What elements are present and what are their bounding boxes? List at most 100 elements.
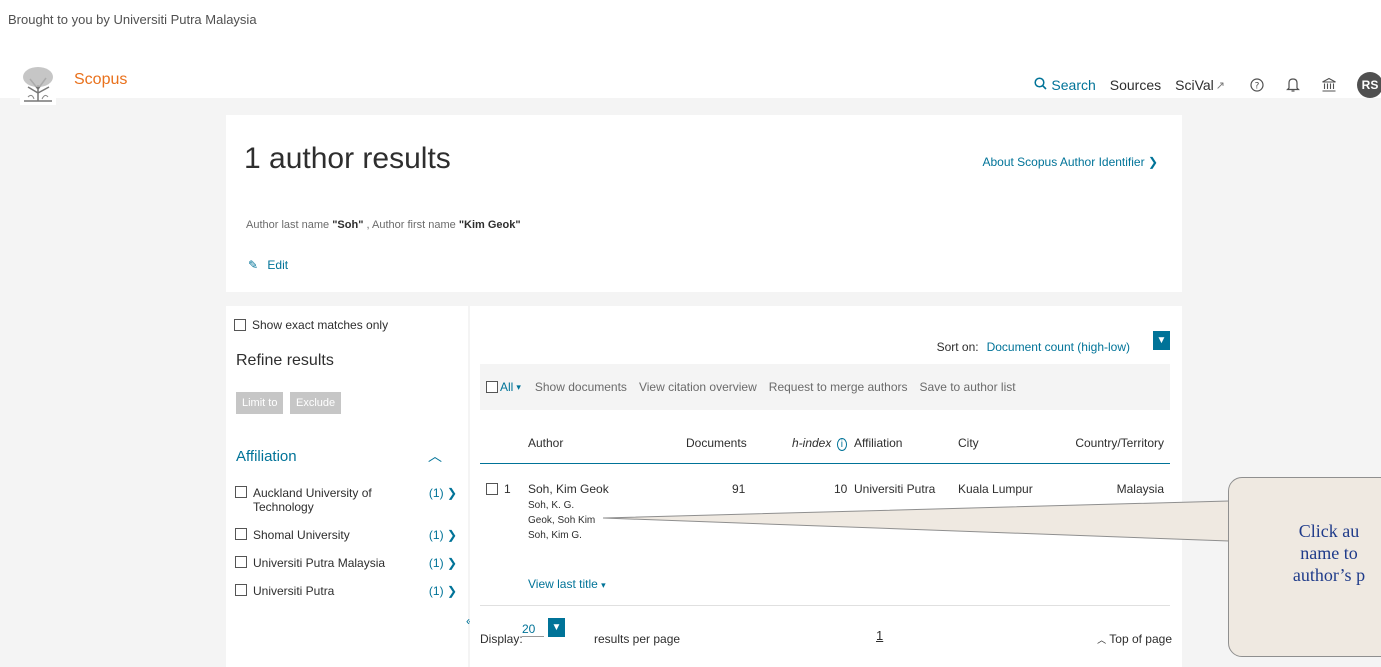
about-author-identifier-link[interactable]: About Scopus Author Identifier ❯: [982, 155, 1158, 169]
documents-count[interactable]: 91: [732, 482, 745, 496]
callout-text: Click au name to author’s p: [1259, 520, 1381, 586]
affiliation-name: Universiti Putra Malaysia: [253, 556, 386, 570]
select-all-label: All: [500, 380, 514, 394]
affiliation-item[interactable]: Universiti Putra (1) ❯: [235, 584, 457, 598]
elsevier-tree-logo[interactable]: [20, 65, 56, 105]
result-actions: All ▾ Show documents View citation overv…: [480, 364, 1170, 410]
main-nav: Search Sources SciVal ↗ ? RS: [1034, 70, 1381, 100]
results-per-page-select[interactable]: 20: [522, 622, 544, 637]
affiliation-checkbox[interactable]: [235, 486, 247, 498]
merge-authors-button[interactable]: Request to merge authors: [769, 380, 908, 394]
chevron-right-icon[interactable]: ❯: [447, 556, 457, 570]
top-of-page-link[interactable]: ︿ Top of page: [1097, 632, 1172, 646]
affiliation-checkbox[interactable]: [235, 556, 247, 568]
sort-control: Sort on: Document count (high-low): [937, 340, 1130, 354]
name-variant: Soh, Kim G.: [528, 530, 582, 541]
table-header: Author Documents h-index i Affiliation C…: [480, 424, 1170, 464]
country-value: Malaysia: [1116, 482, 1164, 496]
scopus-logo-text[interactable]: Scopus: [74, 71, 127, 89]
callout-line: Click au: [1298, 521, 1360, 541]
select-all-checkbox[interactable]: [486, 381, 498, 393]
chevron-up-icon[interactable]: ︿: [428, 446, 442, 466]
search-icon: [1034, 77, 1047, 93]
affiliation-value: Universiti Putra: [854, 482, 936, 496]
callout-line: name to: [1300, 543, 1358, 563]
author-name-link[interactable]: Soh, Kim Geok: [528, 482, 609, 496]
help-icon[interactable]: ?: [1247, 75, 1267, 95]
name-variant: Geok, Soh Kim: [528, 515, 596, 526]
user-avatar[interactable]: RS: [1357, 72, 1381, 98]
chevron-right-icon[interactable]: ❯: [447, 528, 457, 542]
save-author-list-button[interactable]: Save to author list: [920, 380, 1016, 394]
affiliation-count: (1): [428, 584, 444, 598]
column-affiliation[interactable]: Affiliation: [854, 436, 902, 450]
nav-search-label: Search: [1051, 77, 1096, 93]
exact-matches-label: Show exact matches only: [252, 318, 389, 332]
refine-panel: Show exact matches only Refine results L…: [226, 306, 468, 667]
affiliation-checkbox[interactable]: [235, 528, 247, 540]
edit-label: Edit: [267, 258, 289, 272]
column-documents[interactable]: Documents: [686, 436, 747, 450]
exact-matches-checkbox[interactable]: [234, 319, 246, 331]
sort-label: Sort on:: [936, 340, 979, 354]
page-number[interactable]: 1: [876, 628, 883, 643]
info-icon[interactable]: i: [836, 438, 847, 451]
nav-sources[interactable]: Sources: [1110, 77, 1161, 93]
h-index-value: 10: [834, 482, 848, 496]
column-h-index[interactable]: h-index i: [792, 436, 847, 451]
table-row: 1 Soh, Kim Geok Soh, K. G. Geok, Soh Kim…: [480, 476, 1170, 606]
affiliation-item[interactable]: Auckland University of Technology (1) ❯: [235, 486, 457, 514]
page-title: 1 author results: [244, 142, 451, 175]
search-query: Author last name "Soh" , Author first na…: [246, 219, 521, 231]
institution-icon[interactable]: [1319, 75, 1339, 95]
sort-select[interactable]: Document count (high-low): [987, 340, 1130, 354]
nav-search[interactable]: Search: [1034, 77, 1096, 93]
chevron-down-icon: ▾: [601, 580, 606, 590]
top-of-page-label: Top of page: [1109, 632, 1172, 646]
select-all[interactable]: All ▾: [486, 380, 521, 394]
tutorial-callout: Click au name to author’s p: [1228, 477, 1381, 657]
results-panel: Sort on: Document count (high-low) ▼ All …: [470, 306, 1182, 667]
chevron-down-icon[interactable]: ▼: [1153, 331, 1170, 350]
external-link-icon: ↗: [1215, 79, 1225, 92]
chevron-right-icon[interactable]: ❯: [447, 584, 457, 598]
affiliation-count: (1): [428, 556, 444, 570]
limit-to-button[interactable]: Limit to: [236, 392, 284, 414]
name-variants: Soh, K. G. Geok, Soh Kim Soh, Kim G.: [528, 498, 595, 543]
row-number: 1: [504, 482, 511, 496]
affiliation-name: Shomal University: [253, 528, 350, 542]
column-city[interactable]: City: [958, 436, 979, 450]
results-header: 1 author results About Scopus Author Ide…: [226, 115, 1182, 292]
nav-scival[interactable]: SciVal ↗: [1175, 77, 1225, 93]
pencil-icon: ✎: [248, 258, 259, 272]
institution-banner: Brought to you by Universiti Putra Malay…: [8, 12, 257, 27]
affiliation-name: Universiti Putra: [253, 584, 335, 598]
affiliation-checkbox[interactable]: [235, 584, 247, 596]
chevron-down-icon[interactable]: ▼: [548, 618, 565, 637]
column-author[interactable]: Author: [528, 436, 563, 450]
affiliation-item[interactable]: Universiti Putra Malaysia (1) ❯: [235, 556, 457, 570]
show-documents-button[interactable]: Show documents: [535, 380, 627, 394]
affiliation-filter-title[interactable]: Affiliation: [236, 448, 297, 465]
edit-search-button[interactable]: ✎ Edit: [248, 258, 288, 272]
citation-overview-button[interactable]: View citation overview: [639, 380, 757, 394]
about-link-label: About Scopus Author Identifier: [982, 155, 1145, 169]
affiliation-count: (1): [428, 486, 444, 500]
affiliation-item[interactable]: Shomal University (1) ❯: [235, 528, 457, 542]
per-page-label: results per page: [594, 632, 681, 646]
column-country[interactable]: Country/Territory: [1075, 436, 1164, 450]
exact-matches-toggle[interactable]: Show exact matches only: [234, 318, 388, 332]
bell-icon[interactable]: [1283, 75, 1303, 95]
chevron-down-icon[interactable]: ▾: [516, 382, 521, 393]
city-value: Kuala Lumpur: [958, 482, 1033, 496]
top-bar: Brought to you by Universiti Putra Malay…: [0, 0, 1381, 105]
exclude-button[interactable]: Exclude: [290, 392, 342, 414]
view-last-title-label: View last title: [528, 577, 598, 591]
query-mid: , Author first name: [363, 219, 459, 231]
affiliation-count: (1): [428, 528, 444, 542]
chevron-right-icon[interactable]: ❯: [447, 486, 457, 500]
query-first-name: "Kim Geok": [458, 219, 521, 231]
row-checkbox[interactable]: [486, 483, 498, 495]
view-last-title-toggle[interactable]: View last title ▾: [528, 577, 606, 591]
chevron-right-icon: ❯: [1147, 155, 1158, 169]
